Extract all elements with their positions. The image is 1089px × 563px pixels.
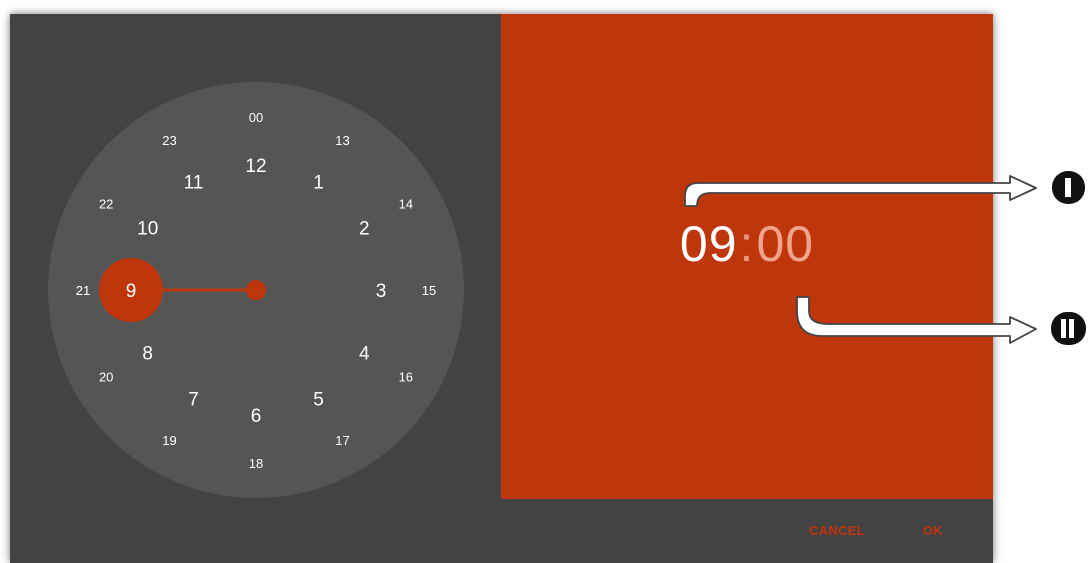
callout-arrow-hours	[684, 175, 1037, 207]
callout-badge-hours	[1052, 171, 1085, 204]
callout-arrow-minutes	[796, 296, 1037, 344]
callout-badge-minutes	[1051, 312, 1086, 345]
annotation-overlay	[684, 171, 1086, 345]
